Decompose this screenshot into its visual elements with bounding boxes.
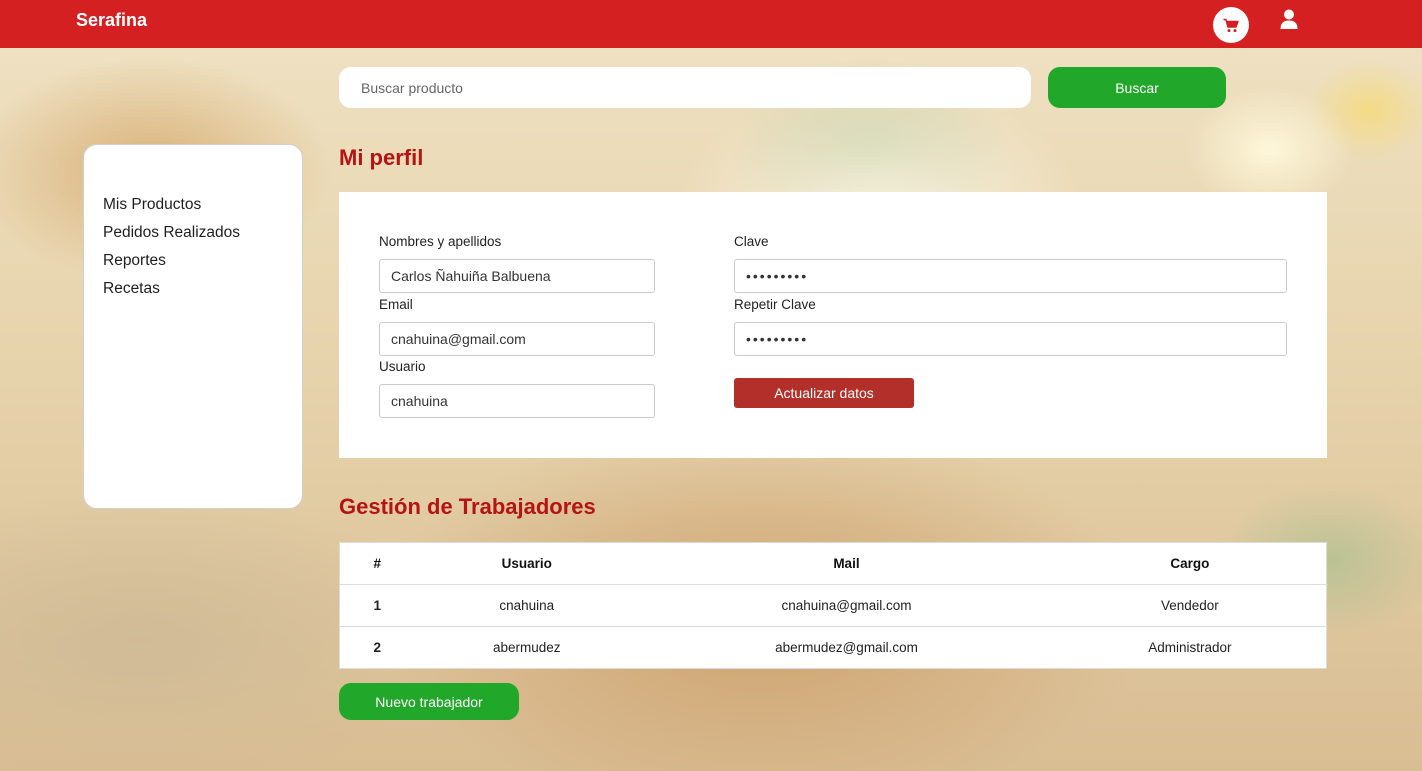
profile-title: Mi perfil [339, 145, 424, 170]
workers-title: Gestión de Trabajadores [339, 494, 596, 519]
table-row[interactable]: 1 cnahuina cnahuina@gmail.com Vendedor [339, 584, 1327, 627]
sidebar-item-recetas[interactable]: Recetas [103, 279, 302, 307]
row-mail: abermudez@gmail.com [639, 626, 1054, 669]
row-user: cnahuina [414, 584, 640, 627]
top-navbar: Serafina [0, 0, 1422, 48]
username-label: Usuario [379, 359, 426, 374]
row-mail: cnahuina@gmail.com [639, 584, 1054, 627]
table-header-row: # Usuario Mail Cargo [339, 542, 1327, 585]
name-label: Nombres y apellidos [379, 234, 502, 249]
update-data-button[interactable]: Actualizar datos [734, 378, 914, 408]
sidebar-menu: Mis Productos Pedidos Realizados Reporte… [83, 144, 303, 509]
cart-icon [1223, 18, 1239, 32]
password-label: Clave [734, 234, 769, 249]
sidebar-item-pedidos-realizados[interactable]: Pedidos Realizados [103, 223, 302, 251]
sidebar-item-mis-productos[interactable]: Mis Productos [103, 195, 302, 223]
user-menu-button[interactable] [1278, 8, 1300, 32]
column-header-user: Usuario [414, 542, 640, 585]
row-role: Administrador [1053, 626, 1327, 669]
row-role: Vendedor [1053, 584, 1327, 627]
profile-form: Nombres y apellidos Email Usuario Clave … [339, 192, 1327, 458]
table-row[interactable]: 2 abermudez abermudez@gmail.com Administ… [339, 626, 1327, 669]
password-field[interactable] [734, 259, 1287, 293]
brand-logo[interactable]: Serafina [76, 10, 147, 31]
workers-table: # Usuario Mail Cargo 1 cnahuina cnahuina… [339, 542, 1327, 669]
email-label: Email [379, 297, 413, 312]
row-number: 2 [339, 626, 415, 669]
search-input[interactable] [339, 67, 1031, 108]
email-field[interactable] [379, 322, 655, 356]
cart-button[interactable] [1213, 7, 1249, 43]
row-number: 1 [339, 584, 415, 627]
row-user: abermudez [414, 626, 640, 669]
column-header-role: Cargo [1053, 542, 1327, 585]
username-field[interactable] [379, 384, 655, 418]
search-button[interactable]: Buscar [1048, 67, 1226, 108]
name-field[interactable] [379, 259, 655, 293]
repeat-password-field[interactable] [734, 322, 1287, 356]
column-header-num: # [339, 542, 415, 585]
user-icon [1280, 9, 1298, 29]
repeat-password-label: Repetir Clave [734, 297, 816, 312]
column-header-mail: Mail [639, 542, 1054, 585]
sidebar-item-reportes[interactable]: Reportes [103, 251, 302, 279]
new-worker-button[interactable]: Nuevo trabajador [339, 683, 519, 720]
